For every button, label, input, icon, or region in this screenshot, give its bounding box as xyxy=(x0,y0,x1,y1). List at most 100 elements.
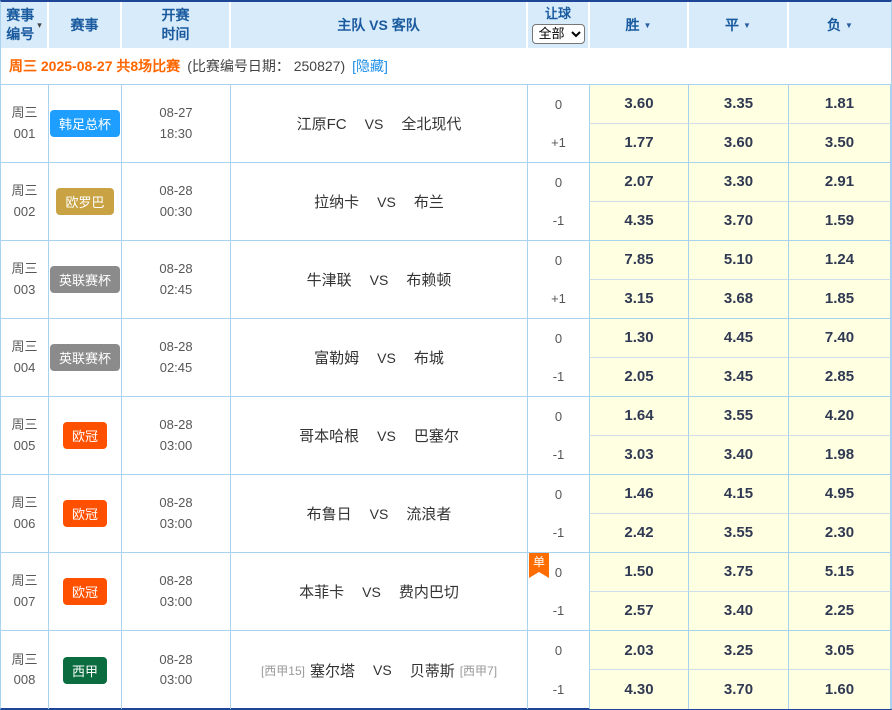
match-id-cell: 周三006 xyxy=(1,475,49,552)
teams-cell: 江原FCVS全北现代 xyxy=(231,85,528,162)
odds-draw[interactable]: 3.40 xyxy=(689,592,789,631)
match-code-info: (比赛编号日期： 250827) xyxy=(187,56,345,76)
col-header-match-no[interactable]: 赛事 编号 ▾ xyxy=(1,2,49,48)
home-team: 江原FC xyxy=(297,113,347,134)
odds-win[interactable]: 1.77 xyxy=(590,124,689,163)
handicap-cell: 0 xyxy=(528,163,590,202)
odds-draw[interactable]: 3.25 xyxy=(689,631,789,670)
odds-lose[interactable]: 1.24 xyxy=(789,241,891,280)
col-header-lose[interactable]: 负 ▼ xyxy=(789,2,891,48)
odds-draw[interactable]: 4.45 xyxy=(689,319,789,358)
match-number: 008 xyxy=(14,670,36,690)
odds-win[interactable]: 1.46 xyxy=(590,475,689,514)
odds-draw[interactable]: 3.60 xyxy=(689,124,789,163)
odds-win[interactable]: 3.60 xyxy=(590,85,689,124)
match-number: 003 xyxy=(14,280,36,300)
away-team: 费内巴切 xyxy=(399,581,459,602)
home-team: 塞尔塔 xyxy=(310,660,355,681)
odds-lose[interactable]: 7.40 xyxy=(789,319,891,358)
competition-cell: 西甲 xyxy=(49,631,122,709)
handicap-value: 0 xyxy=(555,487,562,502)
odds-lose[interactable]: 2.30 xyxy=(789,514,891,553)
odds-win[interactable]: 1.30 xyxy=(590,319,689,358)
date-info: 周三 2025-08-27 共8场比赛 xyxy=(9,56,180,76)
odds-lose[interactable]: 4.95 xyxy=(789,475,891,514)
competition-badge: 欧冠 xyxy=(63,500,107,527)
match-date: 08-28 xyxy=(159,181,192,201)
odds-lose[interactable]: 1.81 xyxy=(789,85,891,124)
handicap-value: +1 xyxy=(551,135,566,150)
odds-win[interactable]: 2.03 xyxy=(590,631,689,670)
handicap-cell: 0 xyxy=(528,631,590,670)
odds-lose[interactable]: 1.59 xyxy=(789,202,891,241)
match-clock: 03:00 xyxy=(160,514,193,534)
start-time-cell: 08-2803:00 xyxy=(122,397,231,474)
match-id-cell: 周三002 xyxy=(1,163,49,240)
odds-lose[interactable]: 2.25 xyxy=(789,592,891,631)
competition-cell: 欧冠 xyxy=(49,397,122,474)
odds-lose[interactable]: 1.98 xyxy=(789,436,891,475)
odds-draw[interactable]: 3.75 xyxy=(689,553,789,592)
odds-win[interactable]: 4.30 xyxy=(590,670,689,709)
odds-lose[interactable]: 5.15 xyxy=(789,553,891,592)
odds-win[interactable]: 1.64 xyxy=(590,397,689,436)
match-id-cell: 周三008 xyxy=(1,631,49,709)
single-bet-ribbon: 单 xyxy=(529,553,549,578)
odds-lose[interactable]: 3.05 xyxy=(789,631,891,670)
odds-win[interactable]: 2.57 xyxy=(590,592,689,631)
odds-win[interactable]: 3.15 xyxy=(590,280,689,319)
handicap-value: -1 xyxy=(553,213,565,228)
odds-win[interactable]: 2.05 xyxy=(590,358,689,397)
odds-lose[interactable]: 2.85 xyxy=(789,358,891,397)
odds-draw[interactable]: 3.40 xyxy=(689,436,789,475)
handicap-filter-select[interactable]: 全部 xyxy=(532,24,585,44)
col-header-start-time-label: 开赛 时间 xyxy=(162,6,190,44)
odds-win[interactable]: 4.35 xyxy=(590,202,689,241)
match-clock: 18:30 xyxy=(160,124,193,144)
home-team-rank: [西甲15] xyxy=(261,662,305,679)
odds-draw[interactable]: 3.68 xyxy=(689,280,789,319)
col-header-win[interactable]: 胜 ▼ xyxy=(590,2,689,48)
odds-win[interactable]: 7.85 xyxy=(590,241,689,280)
vs-label: VS xyxy=(377,428,396,444)
hide-link[interactable]: [隐藏] xyxy=(352,56,388,76)
match-id-cell: 周三001 xyxy=(1,85,49,162)
match-rows: 周三001韩足总杯08-2718:30江原FCVS全北现代03.603.351.… xyxy=(1,85,891,709)
sort-caret-icon: ▾ xyxy=(37,20,42,31)
home-team: 布鲁日 xyxy=(307,503,352,524)
odds-lose[interactable]: 1.85 xyxy=(789,280,891,319)
odds-win[interactable]: 2.42 xyxy=(590,514,689,553)
match-day: 周三 xyxy=(11,571,37,591)
odds-draw[interactable]: 3.70 xyxy=(689,670,789,709)
odds-draw[interactable]: 3.55 xyxy=(689,397,789,436)
away-team: 贝蒂斯 xyxy=(410,660,455,681)
odds-draw[interactable]: 3.70 xyxy=(689,202,789,241)
start-time-cell: 08-2802:45 xyxy=(122,241,231,318)
match-date: 08-28 xyxy=(159,650,192,670)
odds-lose[interactable]: 2.91 xyxy=(789,163,891,202)
match-number: 005 xyxy=(14,436,36,456)
match-row: 周三008西甲08-2803:00[西甲15]塞尔塔VS贝蒂斯[西甲7]02.0… xyxy=(1,631,891,709)
match-row: 周三001韩足总杯08-2718:30江原FCVS全北现代03.603.351.… xyxy=(1,85,891,163)
handicap-value: +1 xyxy=(551,291,566,306)
col-header-teams-label: 主队 VS 客队 xyxy=(337,15,419,35)
start-time-cell: 08-2803:00 xyxy=(122,553,231,630)
odds-draw[interactable]: 5.10 xyxy=(689,241,789,280)
handicap-value: 0 xyxy=(555,175,562,190)
odds-win[interactable]: 2.07 xyxy=(590,163,689,202)
handicap-value: -1 xyxy=(553,525,565,540)
odds-win[interactable]: 3.03 xyxy=(590,436,689,475)
odds-draw[interactable]: 3.45 xyxy=(689,358,789,397)
odds-lose[interactable]: 3.50 xyxy=(789,124,891,163)
odds-draw[interactable]: 3.35 xyxy=(689,85,789,124)
odds-draw[interactable]: 4.15 xyxy=(689,475,789,514)
odds-draw[interactable]: 3.30 xyxy=(689,163,789,202)
odds-draw[interactable]: 3.55 xyxy=(689,514,789,553)
teams-cell: 哥本哈根VS巴塞尔 xyxy=(231,397,528,474)
col-header-match-no-label: 赛事 编号 xyxy=(6,6,34,44)
odds-lose[interactable]: 4.20 xyxy=(789,397,891,436)
odds-win[interactable]: 1.50 xyxy=(590,553,689,592)
col-header-draw[interactable]: 平 ▼ xyxy=(689,2,789,48)
odds-lose[interactable]: 1.60 xyxy=(789,670,891,709)
teams-cell: 富勒姆VS布城 xyxy=(231,319,528,396)
